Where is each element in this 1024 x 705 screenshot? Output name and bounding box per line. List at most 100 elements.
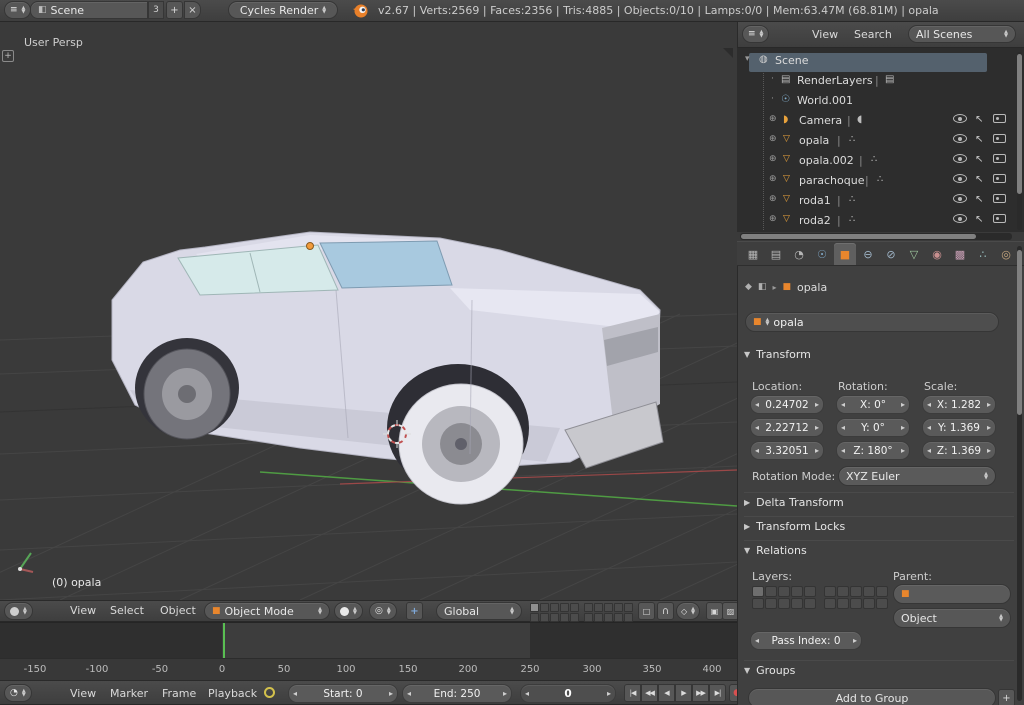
location-z-field[interactable]: ◂ 3.32051 ▸ <box>750 441 824 460</box>
tab-scene[interactable]: ◔ <box>788 243 810 265</box>
selectable-cursor-icon[interactable]: ↖ <box>975 134 983 145</box>
tab-texture[interactable]: ▩ <box>949 243 971 265</box>
timeline-ruler[interactable]: -150 -100 -50 0 50 100 150 200 250 300 3… <box>0 658 737 680</box>
renderable-camera-icon[interactable] <box>993 194 1006 203</box>
tab-render[interactable]: ▦ <box>742 243 764 265</box>
menu-search[interactable]: Search <box>846 28 900 41</box>
tab-material[interactable]: ◉ <box>926 243 948 265</box>
relations-layers-grid-2[interactable] <box>824 586 894 610</box>
start-frame-field[interactable]: ◂ Start: 0 ▸ <box>288 684 398 703</box>
add-to-group-button[interactable]: Add to Group <box>748 688 996 705</box>
menu-object[interactable]: Object <box>152 604 204 617</box>
scene-selector[interactable]: ◧ Scene <box>30 1 148 19</box>
object-name-field[interactable]: ■ ▲ ▼ opala <box>745 312 999 332</box>
disclosure-icon[interactable]: ⊕ <box>769 194 777 204</box>
layers-grid-2[interactable] <box>584 603 642 623</box>
scale-y-field[interactable]: ◂ Y: 1.369 ▸ <box>922 418 996 437</box>
disclosure-icon[interactable]: ⊕ <box>769 154 777 164</box>
location-x-field[interactable]: ◂ 0.24702 ▸ <box>750 395 824 414</box>
rotation-z-field[interactable]: ◂ Z: 180° ▸ <box>836 441 910 460</box>
play-reverse-button[interactable]: ◀ <box>658 684 675 702</box>
renderable-camera-icon[interactable] <box>993 174 1006 183</box>
disclosure-icon[interactable]: ⊕ <box>769 134 777 144</box>
3d-viewport[interactable]: User Persp (0) opala + <box>0 22 737 600</box>
outliner-row-world[interactable]: · ☉ World.001 <box>737 92 1024 112</box>
snap-magnet-icon[interactable]: ∩ <box>657 602 674 620</box>
selectable-cursor-icon[interactable]: ↖ <box>975 214 983 225</box>
current-frame-field[interactable]: ◂ 0 ▸ <box>520 684 616 703</box>
add-group-plus-button[interactable]: + <box>998 689 1015 705</box>
menu-frame[interactable]: Frame <box>154 687 204 700</box>
tab-object-data[interactable]: ▽ <box>903 243 925 265</box>
panel-header-transform-locks[interactable]: ▶ Transform Locks <box>744 516 1014 536</box>
outliner-row-opala[interactable]: ⊕ ▽ opala | ∴ ↖ <box>737 132 1024 152</box>
region-corner-handle[interactable] <box>723 48 733 58</box>
mode-dropdown[interactable]: ■ Object Mode ▲ ▼ <box>204 602 330 620</box>
prev-keyframe-button[interactable]: ◀◀ <box>641 684 658 702</box>
parent-object-field[interactable]: ■ <box>893 584 1011 604</box>
visibility-eye-icon[interactable] <box>953 214 967 223</box>
panel-header-transform[interactable]: ▼ Transform <box>744 344 1014 364</box>
outliner-row-parachoque[interactable]: ⊕ ▽ parachoque | ∴ ↖ <box>737 172 1024 192</box>
pin-icon[interactable]: ◆ <box>745 282 752 292</box>
renderable-camera-icon[interactable] <box>993 114 1006 123</box>
tab-physics[interactable]: ◎ <box>995 243 1017 265</box>
panel-header-relations[interactable]: ▼ Relations <box>744 540 1014 560</box>
disclosure-icon[interactable]: ⊕ <box>769 174 777 184</box>
timeline-editor-type-button[interactable]: ◔ ▲ ▼ <box>4 684 32 702</box>
outliner-row-opala002[interactable]: ⊕ ▽ opala.002 | ∴ ↖ <box>737 152 1024 172</box>
tab-render-layers[interactable]: ▤ <box>765 243 787 265</box>
menu-playback[interactable]: Playback <box>200 687 265 700</box>
tab-modifiers[interactable]: ⊘ <box>880 243 902 265</box>
outliner-display-dropdown[interactable]: All Scenes ▲ ▼ <box>908 25 1016 43</box>
menu-view[interactable]: View <box>62 604 104 617</box>
transform-orientation-dropdown[interactable]: Global ▲ ▼ <box>436 602 522 620</box>
selectable-cursor-icon[interactable]: ↖ <box>975 194 983 205</box>
disclosure-icon[interactable]: ⊕ <box>769 214 777 224</box>
tab-constraints[interactable]: ⊖ <box>857 243 879 265</box>
properties-vscrollbar[interactable] <box>1017 246 1022 701</box>
parent-type-dropdown[interactable]: Object ▲ ▼ <box>893 608 1011 628</box>
viewport-canvas[interactable] <box>0 22 737 600</box>
end-frame-field[interactable]: ◂ End: 250 ▸ <box>402 684 512 703</box>
menu-view[interactable]: View <box>62 687 104 700</box>
preview-range-clock-icon[interactable] <box>264 687 275 701</box>
outliner-row-camera[interactable]: ⊕ ◗ Camera | ◖ ↖ <box>737 112 1024 132</box>
selectable-cursor-icon[interactable]: ↖ <box>975 154 983 165</box>
jump-end-button[interactable]: ▶| <box>709 684 726 702</box>
viewport-shading-dropdown[interactable]: ▲ ▼ <box>334 602 363 620</box>
outliner-row-roda2[interactable]: ⊕ ▽ roda2 | ∴ ↖ <box>737 212 1024 232</box>
visibility-eye-icon[interactable] <box>953 114 967 123</box>
renderable-camera-icon[interactable] <box>993 154 1006 163</box>
manipulator-toggle-button[interactable]: + <box>406 602 423 620</box>
menu-select[interactable]: Select <box>102 604 152 617</box>
selectable-cursor-icon[interactable]: ↖ <box>975 174 983 185</box>
scene-users-badge[interactable]: 3 <box>148 1 164 19</box>
render-opengl-icon[interactable]: ▣ <box>706 602 723 620</box>
scale-x-field[interactable]: ◂ X: 1.282 ▸ <box>922 395 996 414</box>
breadcrumb-browse-icon[interactable]: ◧ <box>758 282 767 292</box>
outliner-row-renderlayers[interactable]: · ▤ RenderLayers | ▤ <box>737 72 1024 92</box>
disclosure-icon[interactable]: ▾ <box>745 54 750 64</box>
delete-scene-button[interactable]: × <box>184 1 201 19</box>
tab-world[interactable]: ☉ <box>811 243 833 265</box>
visibility-eye-icon[interactable] <box>953 154 967 163</box>
visibility-eye-icon[interactable] <box>953 174 967 183</box>
render-engine-dropdown[interactable]: Cycles Render ▲ ▼ <box>228 1 338 19</box>
outliner-row-roda1[interactable]: ⊕ ▽ roda1 | ∴ ↖ <box>737 192 1024 212</box>
renderable-camera-icon[interactable] <box>993 134 1006 143</box>
relations-layers-grid-1[interactable] <box>752 586 822 610</box>
outliner-editor-type-button[interactable]: ≡ ▲ ▼ <box>742 25 770 43</box>
outliner-hscrollbar[interactable] <box>740 233 1012 240</box>
tab-object[interactable]: ■ <box>834 243 856 265</box>
menu-marker[interactable]: Marker <box>102 687 156 700</box>
layers-grid-1[interactable] <box>530 603 588 623</box>
outliner-vscrollbar[interactable] <box>1017 52 1022 230</box>
panel-header-groups[interactable]: ▼ Groups <box>744 660 1014 680</box>
menu-view[interactable]: View <box>804 28 846 41</box>
renderable-camera-icon[interactable] <box>993 214 1006 223</box>
location-y-field[interactable]: ◂ 2.22712 ▸ <box>750 418 824 437</box>
viewport-editor-type-button[interactable]: ▲ ▼ <box>4 602 33 620</box>
current-frame-marker[interactable] <box>223 623 225 659</box>
rotation-y-field[interactable]: ◂ Y: 0° ▸ <box>836 418 910 437</box>
